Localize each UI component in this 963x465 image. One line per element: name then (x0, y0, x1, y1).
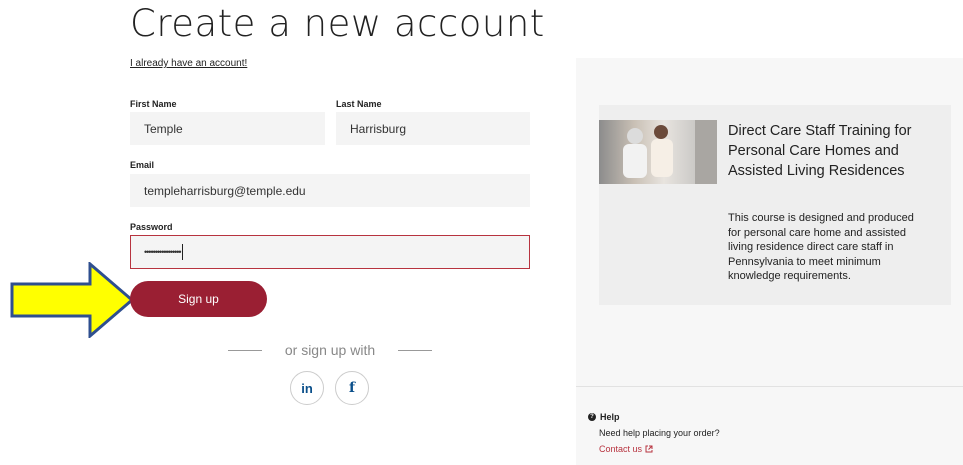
panel-divider (576, 386, 963, 387)
first-name-field[interactable] (130, 112, 325, 145)
signin-link[interactable]: I already have an account! (130, 58, 247, 69)
course-title: Direct Care Staff Training for Personal … (728, 123, 912, 179)
facebook-icon: f (348, 380, 356, 396)
course-description: This course is designed and produced for… (728, 212, 914, 282)
annotation-arrow-icon (10, 262, 134, 338)
password-value: ••••••••••••••••• (144, 247, 182, 257)
contact-us-link[interactable]: Contact us (599, 444, 653, 454)
contact-us-label: Contact us (599, 444, 643, 454)
divider-text: or sign up with (284, 342, 376, 358)
page-title: Create a new account (130, 2, 545, 45)
question-icon: ? (588, 413, 596, 421)
email-field[interactable] (130, 174, 530, 207)
course-image (599, 120, 717, 184)
password-field[interactable]: ••••••••••••••••• (130, 235, 530, 269)
external-link-icon (645, 445, 653, 453)
last-name-label: Last Name (336, 99, 382, 109)
divider-line-right (398, 349, 432, 351)
password-label: Password (130, 222, 173, 232)
linkedin-button[interactable]: in (290, 371, 324, 405)
first-name-label: First Name (130, 99, 177, 109)
facebook-button[interactable]: f (335, 371, 369, 405)
divider-line-left (228, 349, 262, 351)
last-name-input[interactable] (350, 121, 529, 136)
social-divider: or sign up with (228, 341, 432, 359)
email-input[interactable] (144, 183, 529, 198)
linkedin-icon: in (301, 380, 313, 396)
last-name-field[interactable] (336, 112, 530, 145)
first-name-input[interactable] (144, 121, 324, 136)
email-label: Email (130, 160, 155, 170)
help-heading: ? Help (588, 412, 620, 422)
help-text: Need help placing your order? (599, 428, 720, 438)
sign-up-button[interactable]: Sign up (130, 281, 267, 317)
help-heading-text: Help (600, 412, 620, 422)
text-caret (181, 244, 183, 260)
